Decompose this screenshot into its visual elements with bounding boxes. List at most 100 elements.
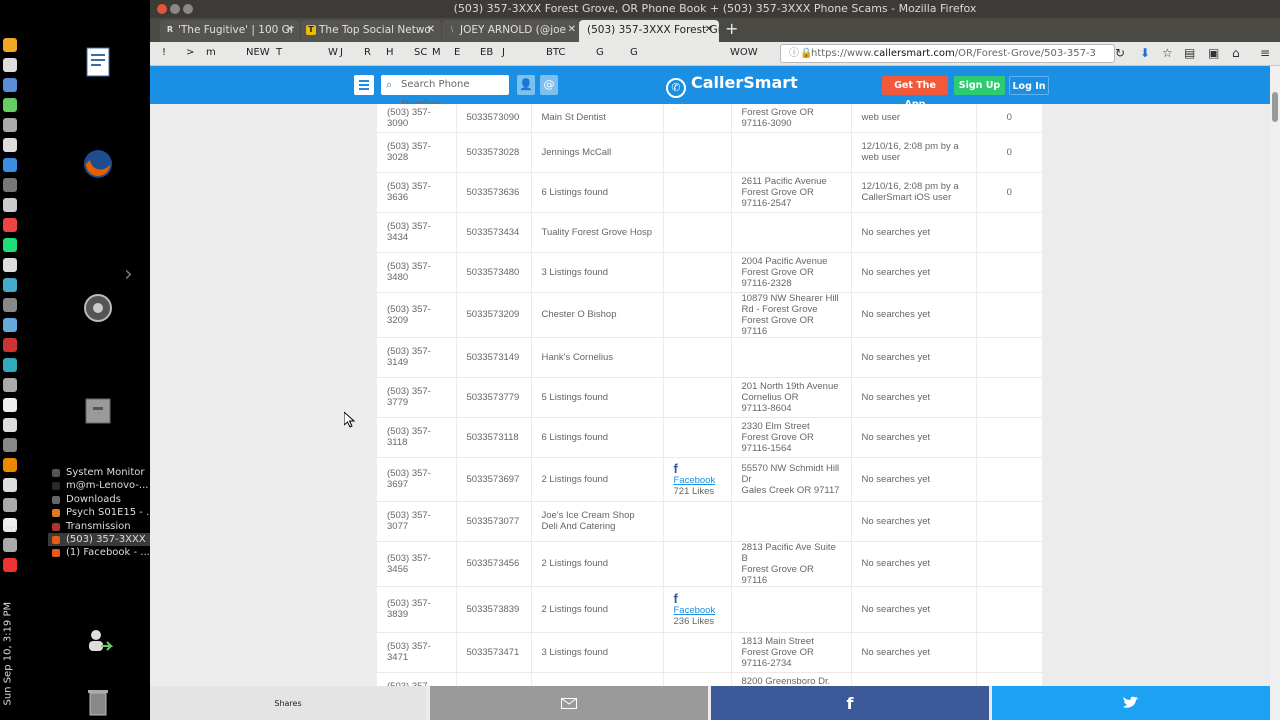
listing-name[interactable]: Main St Dentist [531,104,664,133]
hamburger-menu-icon[interactable]: ≡ [1260,46,1270,60]
table-row[interactable]: (503) 357-3697 5033573697 2 Listings found… [377,457,1042,502]
bookmark-item[interactable]: J [340,47,343,58]
listing-name[interactable]: 6 Listings found [531,417,664,458]
listing-name[interactable]: Big Moby Tackle [531,672,664,686]
listing-name[interactable]: Hank's Cornelius [531,337,664,378]
tray-app-icon[interactable] [3,318,17,332]
listing-name[interactable]: 2 Listings found [531,457,664,502]
phone-number[interactable]: (503) 357-3480 [377,252,457,293]
phone-number[interactable]: (503) 357-3187 [377,672,457,686]
panel-expand-arrow-icon[interactable]: › [124,262,133,287]
tray-app-icon[interactable] [3,38,17,52]
tab-callersmart[interactable]: (503) 357-3XXX Forest Gro ✕ [579,20,719,42]
tray-app-icon[interactable] [3,298,17,312]
tray-app-icon[interactable] [3,198,17,212]
phone-number[interactable]: (503) 357-3149 [377,337,457,378]
phone-number[interactable]: (503) 357-3636 [377,172,457,213]
tray-app-icon[interactable] [3,98,17,112]
table-row[interactable]: (503) 357-3149 5033573149 Hank's Cornelius… [377,337,1042,378]
tray-app-icon[interactable] [3,278,17,292]
bookmark-item[interactable]: R [364,47,371,58]
listing-name[interactable]: 2 Listings found [531,586,664,633]
site-menu-button[interactable] [354,75,374,95]
clock[interactable]: Sun Sep 10, 3:19 PM [3,586,14,706]
table-row[interactable]: (503) 357-3779 5033573779 5 Listings found… [377,377,1042,418]
user-switch-icon[interactable] [82,625,114,657]
phone-number[interactable]: (503) 357-3471 [377,632,457,673]
bookmark-item[interactable]: SC [414,47,427,58]
window-list-item[interactable]: Psych S01E15 - ... [48,506,150,519]
table-row[interactable]: (503) 357-3118 5033573118 6 Listings found… [377,417,1042,458]
bookmark-item[interactable]: EB [480,47,493,58]
callersmart-logo[interactable]: ✆ CallerSmart [666,73,798,98]
phone-search-input[interactable]: ⌕ Search Phone Number [381,75,509,110]
window-list-item[interactable]: (503) 357-3XXX ... [48,533,150,547]
youtube-addon-icon[interactable]: ▣ [1208,46,1219,60]
table-row[interactable]: (503) 357-3090 5033573090 Main St Dentist F… [377,104,1042,133]
tray-app-icon[interactable] [3,358,17,372]
tab-joey-arnold[interactable]: \ JOEY ARNOLD (@joe ✕ [442,20,582,42]
bookmark-item[interactable]: BTC [546,47,565,58]
bookmark-item[interactable]: ! [162,47,166,58]
window-list-item[interactable]: Downloads [48,493,150,506]
tray-app-icon[interactable] [3,438,17,452]
window-list-item[interactable]: (1) Facebook - ... [48,546,150,559]
keyboard-language[interactable]: en [4,524,17,535]
facebook-link[interactable]: Facebook [674,475,721,486]
table-row[interactable]: (503) 357-3209 5033573209 Chester O Bishop… [377,292,1042,338]
bookmark-item[interactable]: T [276,47,282,58]
bookmark-item[interactable]: G [630,47,638,58]
reader-icon[interactable]: ▤ [1184,46,1195,60]
table-row[interactable]: (503) 357-3471 5033573471 3 Listings found… [377,632,1042,673]
tray-app-icon[interactable] [3,398,17,412]
window-minimize-button[interactable] [170,4,180,14]
tray-app-icon[interactable] [3,218,17,232]
tray-app-icon[interactable] [3,158,17,172]
share-twitter-button[interactable] [992,686,1270,720]
bookmark-item[interactable]: H [386,47,394,58]
get-the-app-button[interactable]: Get The App [882,76,948,110]
download-icon[interactable]: ⬇ [1140,46,1150,60]
table-row[interactable]: (503) 357-3077 5033573077 Joe's Ice Cream … [377,501,1042,542]
phone-number[interactable]: (503) 357-3697 [377,457,457,502]
tray-app-icon[interactable] [3,338,17,352]
share-email-button[interactable] [430,686,708,720]
bookmark-item[interactable]: NEW [246,47,270,58]
tab-close-icon[interactable]: ✕ [286,20,294,40]
listing-name[interactable]: Jennings McCall [531,132,664,173]
tab-close-icon[interactable]: ✕ [568,20,576,40]
table-row[interactable]: (503) 357-31875033573187Big Moby Tackle 8… [377,672,1042,686]
tray-app-icon[interactable] [3,478,17,492]
phone-number[interactable]: (503) 357-3456 [377,541,457,587]
home-icon[interactable]: ⌂ [1232,46,1240,60]
listing-name[interactable]: Chester O Bishop [531,292,664,338]
bookmark-item[interactable]: > [186,47,194,58]
sign-up-button[interactable]: Sign Up [954,76,1005,95]
email-search-icon[interactable]: @ [540,75,558,95]
tray-app-icon[interactable] [3,238,17,252]
tray-app-icon[interactable] [3,498,17,512]
url-bar[interactable]: ⓘ 🔒 https://www.callersmart.com/OR/Fores… [780,44,1115,63]
listing-name[interactable]: Joe's Ice Cream Shop Deli And Catering [531,501,664,542]
phone-number[interactable]: (503) 357-3118 [377,417,457,458]
new-tab-button[interactable]: + [725,19,738,38]
bookmark-star-icon[interactable]: ☆ [1162,46,1173,60]
bookmark-item[interactable]: m [206,47,216,58]
listing-name[interactable]: Tuality Forest Grove Hosp [531,212,664,253]
reload-icon[interactable]: ↻ [1115,46,1125,60]
table-row[interactable]: (503) 357-3456 5033573456 2 Listings found… [377,541,1042,587]
tray-app-icon[interactable] [3,258,17,272]
bookmark-item[interactable]: W [328,47,338,58]
phone-number[interactable]: (503) 357-3028 [377,132,457,173]
bookmark-item[interactable]: M [432,47,441,58]
tab-close-icon[interactable]: ✕ [427,20,435,40]
bookmark-item[interactable]: J [502,47,505,58]
phone-number[interactable]: (503) 357-3779 [377,377,457,418]
tray-app-icon[interactable] [3,78,17,92]
tab-fugitive[interactable]: R 'The Fugitive' | 100 Gr ✕ [160,20,300,42]
firefox-icon[interactable] [82,148,114,180]
table-row[interactable]: (503) 357-3636 5033573636 6 Listings found… [377,172,1042,213]
page-scrollbar[interactable] [1270,66,1280,720]
listing-name[interactable]: 2 Listings found [531,541,664,587]
phone-number[interactable]: (503) 357-3434 [377,212,457,253]
